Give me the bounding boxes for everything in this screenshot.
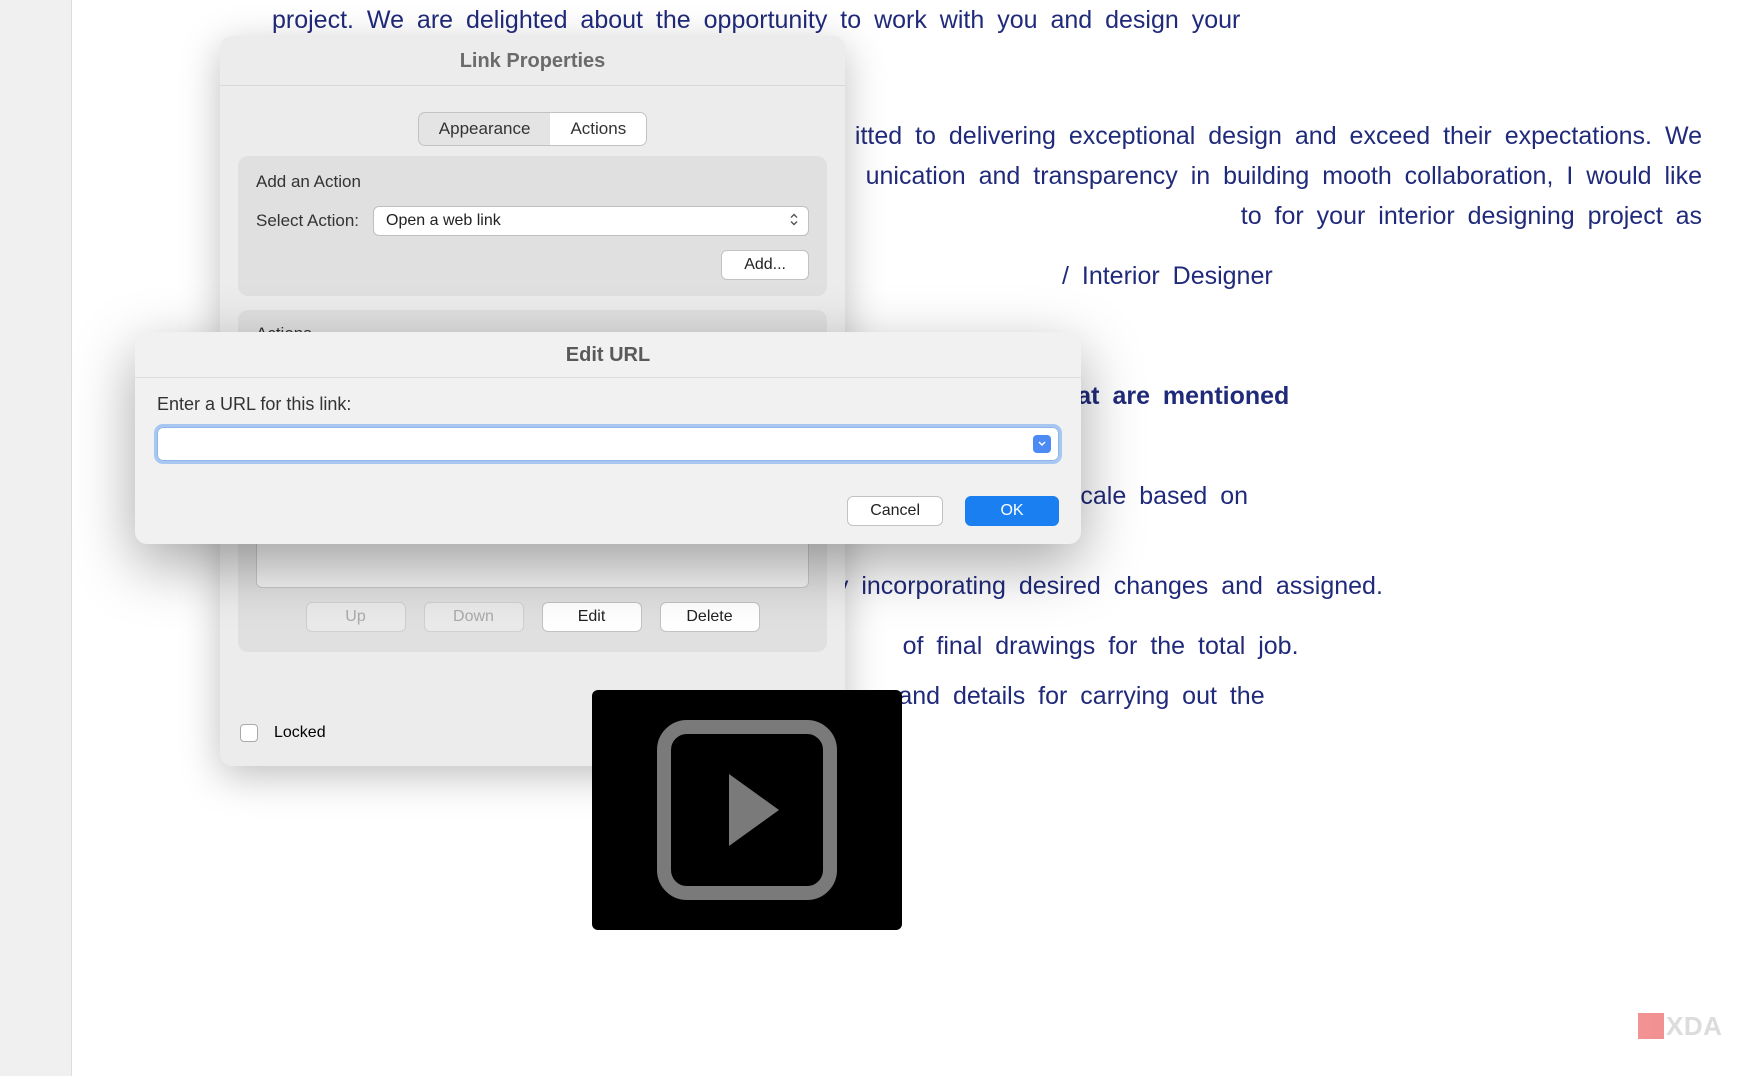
tab-actions[interactable]: Actions [550,113,646,145]
locked-label: Locked [274,724,326,742]
video-play-overlay[interactable] [592,690,902,930]
select-action-value: Open a web link [386,212,501,230]
sidebar-gutter [0,0,72,1076]
edit-url-title: Edit URL [135,332,1081,378]
tab-appearance[interactable]: Appearance [419,113,551,145]
add-action-title: Add an Action [256,172,809,192]
edit-url-dialog: Edit URL Enter a URL for this link: Canc… [135,332,1081,544]
up-button[interactable]: Up [306,602,406,632]
locked-checkbox[interactable] [240,724,258,742]
edit-url-cancel-button[interactable]: Cancel [847,496,943,526]
doc-item-3-right: of final drawings for the total job. [903,632,1299,660]
doc-paragraph-1: project. We are delighted about the oppo… [272,0,1702,40]
xda-watermark: XDA [1638,1006,1748,1046]
url-input[interactable] [157,427,1059,461]
edit-url-label: Enter a URL for this link: [157,394,1059,415]
delete-button[interactable]: Delete [660,602,760,632]
add-button[interactable]: Add... [721,250,809,280]
doc-item-4-right: and details for carrying out the [898,682,1264,710]
tabs-segmented: Appearance Actions [238,112,827,146]
chevron-updown-icon [790,213,798,230]
dropdown-indicator-icon[interactable] [1033,435,1051,453]
select-action-dropdown[interactable]: Open a web link [373,206,809,236]
play-frame [657,720,837,900]
add-action-group: Add an Action Select Action: Open a web … [238,156,827,296]
edit-button[interactable]: Edit [542,602,642,632]
select-action-label: Select Action: [256,211,359,231]
dialog-title: Link Properties [220,36,845,86]
xda-text: XDA [1666,1011,1722,1042]
play-icon [729,774,779,846]
edit-url-ok-button[interactable]: OK [965,496,1059,526]
xda-logo-icon [1638,1013,1664,1039]
down-button[interactable]: Down [424,602,524,632]
